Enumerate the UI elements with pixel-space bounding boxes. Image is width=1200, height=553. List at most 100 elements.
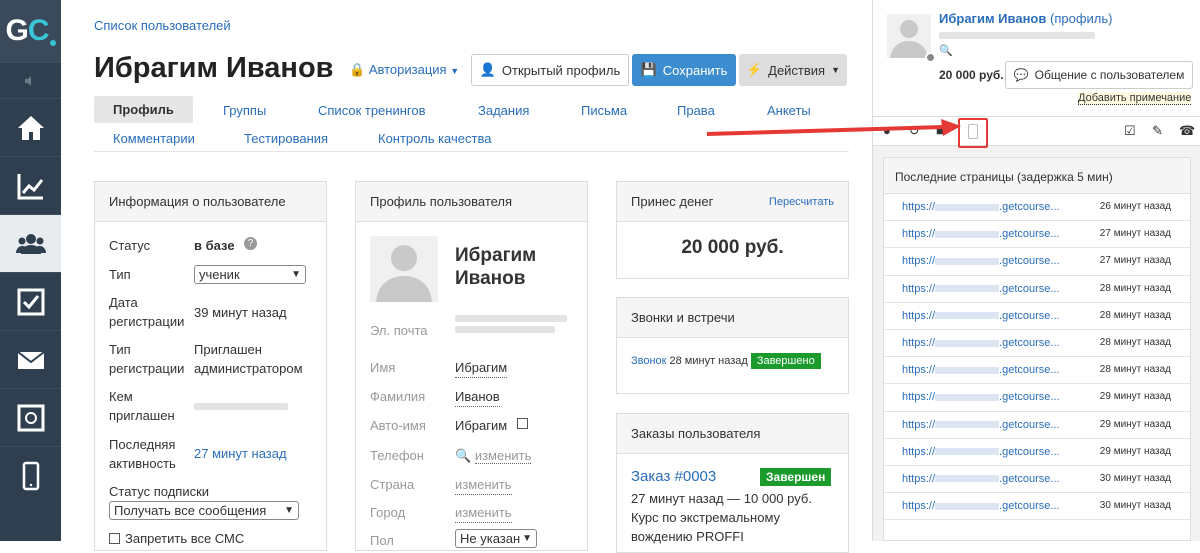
tab-surveys[interactable]: Анкеты — [767, 103, 811, 118]
speaker-icon[interactable] — [0, 62, 61, 98]
recent-page-row[interactable]: https:// .getcourse... 28 минут назад — [884, 357, 1190, 385]
recent-page-link[interactable]: https:// .getcourse... — [902, 473, 1060, 485]
tab-tests[interactable]: Тестирования — [244, 131, 328, 146]
url-domain: .getcourse... — [999, 201, 1060, 213]
call-link[interactable]: Звонок — [631, 355, 667, 367]
tab-rights[interactable]: Права — [677, 103, 715, 118]
reg-type-value-2: администратором — [194, 361, 303, 376]
recent-page-link[interactable]: https:// .getcourse... — [902, 228, 1060, 240]
breadcrumb[interactable]: Список пользователей — [94, 18, 231, 33]
sidebar: GC — [0, 0, 61, 541]
pencil-icon[interactable]: ✎ — [1152, 123, 1163, 139]
app-logo[interactable]: GC — [0, 0, 61, 62]
recent-page-link[interactable]: https:// .getcourse... — [902, 337, 1060, 349]
sidebar-item-stats[interactable] — [0, 156, 61, 214]
user-name-link[interactable]: Ибрагим Иванов — [939, 11, 1046, 26]
recent-page-row[interactable]: https:// .getcourse... 28 минут назад — [884, 276, 1190, 303]
right-user-name: Ибрагим Иванов (профиль) — [939, 11, 1112, 26]
blurred-subdomain — [935, 339, 1000, 347]
recent-page-link[interactable]: https:// .getcourse... — [902, 283, 1060, 295]
tab-trainings[interactable]: Список тренингов — [318, 103, 426, 118]
blurred-subdomain — [935, 502, 1000, 510]
sex-value: Не указан — [460, 531, 521, 546]
type-select[interactable]: ученик ▼ — [194, 265, 306, 284]
recent-page-row[interactable]: https:// .getcourse... 28 минут назад — [884, 330, 1190, 358]
last-name-value[interactable]: Иванов — [455, 387, 500, 407]
sidebar-item-home[interactable] — [0, 98, 61, 156]
order-line: Курс по экстремальному — [631, 510, 781, 525]
mobile-icon[interactable] — [968, 124, 978, 139]
last-active-link[interactable]: 27 минут назад — [194, 444, 287, 463]
recent-page-link[interactable]: https:// .getcourse... — [902, 500, 1060, 512]
tab-comments[interactable]: Комментарии — [113, 131, 195, 146]
sub-status-select[interactable]: Получать все сообщения ▼ — [109, 501, 299, 520]
money-panel: Принес денег Пересчитать 20 000 руб. — [616, 181, 849, 279]
tab-profile[interactable]: Профиль — [94, 96, 193, 123]
phone-change-link[interactable]: 🔍 изменить — [455, 446, 532, 465]
sidebar-item-safe[interactable] — [0, 388, 61, 446]
country-change-link[interactable]: изменить — [455, 475, 512, 495]
phone-icon[interactable]: ☎ — [1179, 123, 1195, 139]
autoname-checkbox[interactable] — [517, 418, 528, 429]
order-link[interactable]: Заказ #0003 — [631, 468, 716, 485]
status-badge: Завершен — [760, 468, 832, 486]
recent-page-row[interactable]: https:// .getcourse... 26 минут назад — [884, 194, 1190, 222]
help-icon[interactable]: ? — [244, 237, 257, 250]
caret-down-icon: ▼ — [450, 66, 460, 76]
sidebar-item-mobile[interactable] — [0, 446, 61, 504]
sex-select[interactable]: Не указан ▼ — [455, 529, 537, 548]
city-label: Город — [370, 505, 406, 520]
sms-checkbox[interactable] — [109, 533, 120, 544]
chart-icon — [17, 173, 43, 199]
phone-label: Телефон — [370, 448, 424, 463]
add-note-link[interactable]: Добавить примечание — [1078, 92, 1192, 105]
url-domain: .getcourse... — [999, 445, 1060, 458]
tab-groups[interactable]: Группы — [223, 103, 266, 118]
recent-page-row[interactable]: https:// .getcourse... 27 минут назад — [884, 248, 1190, 276]
checkbox-icon[interactable]: ☑ — [1124, 123, 1136, 139]
profile-link[interactable]: (профиль) — [1050, 11, 1112, 26]
tab-tasks[interactable]: Задания — [478, 103, 529, 118]
recent-page-link[interactable]: https:// .getcourse... — [902, 391, 1060, 403]
recent-page-link[interactable]: https:// .getcourse... — [902, 446, 1060, 458]
save-label: Сохранить — [662, 62, 728, 78]
tab-letters[interactable]: Письма — [581, 103, 627, 118]
sidebar-item-tasks[interactable] — [0, 272, 61, 330]
recent-page-row[interactable]: https:// .getcourse... 30 минут назад — [884, 466, 1190, 494]
blurred-subdomain — [935, 448, 1000, 456]
auth-dropdown[interactable]: 🔒 Авторизация ▼ — [349, 62, 459, 78]
recent-page-link[interactable]: https:// .getcourse... — [902, 364, 1060, 376]
recent-page-row[interactable]: https:// .getcourse... 29 минут назад — [884, 384, 1190, 412]
recent-page-link[interactable]: https:// .getcourse... — [902, 201, 1060, 213]
online-status-dot — [925, 52, 936, 63]
autoname-value: Ибрагим — [455, 418, 508, 433]
recent-page-time: 29 минут назад — [1099, 445, 1171, 457]
url-domain: .getcourse... — [999, 472, 1060, 485]
recent-page-row[interactable]: https:// .getcourse... 29 минут назад — [884, 412, 1190, 439]
recent-page-link[interactable]: https:// .getcourse... — [902, 255, 1060, 267]
actions-button[interactable]: ⚡ Действия ▼ — [739, 54, 847, 86]
first-name-value[interactable]: Ибрагим — [455, 358, 508, 378]
recent-page-time: 30 минут назад — [1099, 472, 1171, 484]
search-icon[interactable]: 🔍 — [939, 44, 953, 57]
recent-page-time: 28 минут назад — [1099, 282, 1171, 294]
recent-page-row[interactable]: https:// .getcourse... 29 минут назад — [884, 439, 1190, 466]
recent-page-time: 29 минут назад — [1099, 418, 1171, 430]
recent-page-row[interactable]: https:// .getcourse... 28 минут назад — [884, 303, 1190, 330]
recent-page-row[interactable]: https:// .getcourse... 27 минут назад — [884, 221, 1190, 249]
open-profile-button[interactable]: 👤 Открытый профиль — [471, 54, 629, 86]
recent-page-link[interactable]: https:// .getcourse... — [902, 419, 1060, 431]
city-change-link[interactable]: изменить — [455, 503, 512, 523]
avatar-placeholder-icon — [370, 236, 438, 302]
chevron-down-icon: ▼ — [284, 505, 294, 516]
chat-with-user-button[interactable]: 💬 Общение с пользователем — [1005, 61, 1193, 89]
recent-page-link[interactable]: https:// .getcourse... — [902, 310, 1060, 322]
orders-panel: Заказы пользователя Заказ #0003 Завершен… — [616, 413, 849, 553]
status-label: Статус — [109, 238, 151, 253]
save-button[interactable]: 💾 Сохранить — [632, 54, 736, 86]
recalc-link[interactable]: Пересчитать — [769, 196, 834, 208]
sidebar-item-mail[interactable] — [0, 330, 61, 388]
tab-quality[interactable]: Контроль качества — [378, 131, 491, 146]
recent-page-row[interactable]: https:// .getcourse... 30 минут назад — [884, 493, 1190, 521]
sidebar-item-users[interactable] — [0, 214, 61, 272]
